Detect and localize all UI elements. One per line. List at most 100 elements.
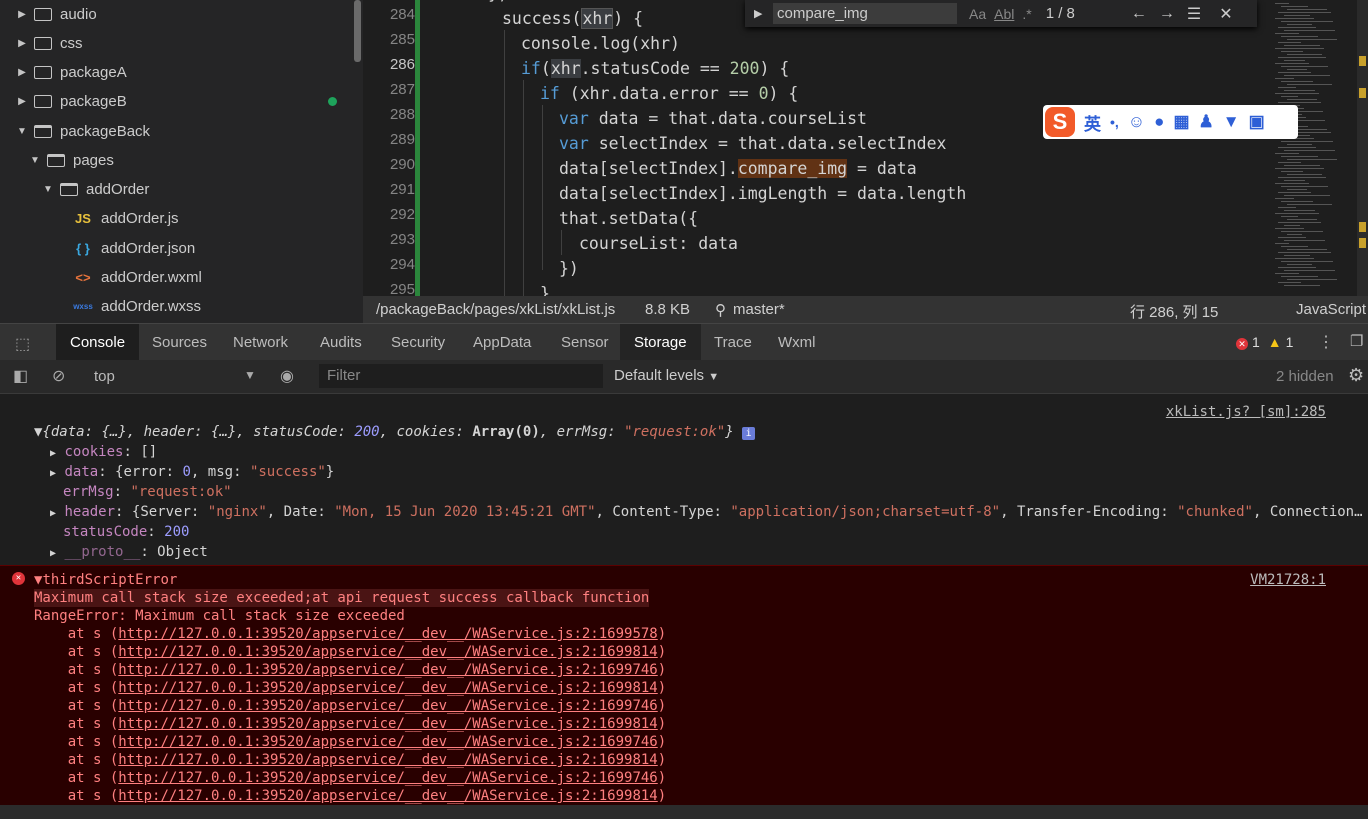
tree-item-pages[interactable]: ▼ pages bbox=[29, 146, 114, 175]
expand-arrow-icon[interactable]: ▶ bbox=[50, 468, 56, 479]
tree-item-packageB[interactable]: ▶ packageB bbox=[16, 87, 127, 116]
stack-frame-link[interactable]: http://127.0.0.1:39520/appservice/__dev_… bbox=[118, 716, 657, 732]
minimap-line bbox=[1287, 84, 1332, 85]
punctuation-toggle[interactable]: •, bbox=[1110, 114, 1119, 130]
tree-item-addOrder-wxml[interactable]: <> addOrder.wxml bbox=[73, 263, 201, 292]
minimap-line bbox=[1284, 15, 1310, 16]
expand-arrow-icon[interactable]: ▶ bbox=[50, 508, 56, 519]
input-mode-toggle[interactable]: 英 bbox=[1084, 110, 1101, 135]
shirt-icon[interactable]: ▼ bbox=[1223, 112, 1240, 132]
sogou-logo-icon[interactable]: S bbox=[1045, 107, 1075, 137]
tree-item-addOrder[interactable]: ▼ addOrder bbox=[42, 175, 149, 204]
tab-sensor[interactable]: Sensor bbox=[547, 324, 623, 361]
error-source-link[interactable]: VM21728:1 bbox=[1250, 572, 1326, 588]
git-branch[interactable]: master* bbox=[733, 301, 785, 318]
inspect-element-icon[interactable]: ⬚ bbox=[15, 334, 30, 354]
whole-word-button[interactable]: Abl bbox=[994, 6, 1014, 22]
minimap-line bbox=[1278, 267, 1316, 268]
more-options-icon[interactable]: ⋮ bbox=[1318, 332, 1334, 352]
stack-frame-link[interactable]: http://127.0.0.1:39520/appservice/__dev_… bbox=[118, 698, 657, 714]
match-case-button[interactable]: Aa bbox=[969, 6, 986, 22]
log-object-summary[interactable]: ▼{data: {…}, header: {…}, statusCode: 20… bbox=[34, 422, 756, 442]
stack-frame-link[interactable]: http://127.0.0.1:39520/appservice/__dev_… bbox=[118, 662, 657, 678]
keyboard-icon[interactable]: ▦ bbox=[1173, 112, 1189, 132]
regex-button[interactable]: .* bbox=[1022, 6, 1031, 22]
minimap[interactable] bbox=[1271, 0, 1351, 296]
expand-arrow-icon[interactable]: ▶ bbox=[50, 548, 56, 559]
tree-item-packageBack[interactable]: ▼ packageBack bbox=[16, 117, 150, 146]
log-source-link[interactable]: xkList.js? [sm]:285 bbox=[1166, 404, 1326, 420]
stack-frame-suffix: ) bbox=[657, 698, 667, 714]
tab-wxml[interactable]: Wxml bbox=[764, 324, 830, 361]
user-icon[interactable]: ♟ bbox=[1199, 112, 1214, 132]
clear-console-icon[interactable]: ⊘ bbox=[52, 366, 65, 386]
tab-console[interactable]: Console bbox=[56, 324, 140, 361]
code-editor[interactable]: 284 285 286 287 288 289 290 291 292 293 … bbox=[363, 0, 1368, 296]
log-property[interactable]: ▶ cookies: [] bbox=[50, 442, 157, 462]
tab-storage[interactable]: Storage bbox=[620, 324, 701, 361]
chevron-right-icon[interactable]: ▶ bbox=[16, 38, 28, 49]
stack-frame-link[interactable]: http://127.0.0.1:39520/appservice/__dev_… bbox=[118, 734, 657, 750]
tab-audits[interactable]: Audits bbox=[306, 324, 376, 361]
cursor-position[interactable]: 行 286, 列 15 bbox=[1130, 301, 1218, 322]
tree-item-packageA[interactable]: ▶ packageA bbox=[16, 58, 127, 87]
tab-trace[interactable]: Trace bbox=[700, 324, 766, 361]
stack-frame-link[interactable]: http://127.0.0.1:39520/appservice/__dev_… bbox=[118, 788, 657, 804]
context-selector[interactable]: top bbox=[94, 368, 115, 385]
previous-match-icon[interactable]: ← bbox=[1131, 5, 1147, 23]
bottom-scrollbar[interactable] bbox=[0, 805, 1368, 819]
error-warning-counter[interactable]: ✕ 1 ▲ 1 bbox=[1236, 334, 1293, 350]
tree-item-addOrder-json[interactable]: { } addOrder.json bbox=[73, 234, 195, 263]
stack-frame-link[interactable]: http://127.0.0.1:39520/appservice/__dev_… bbox=[118, 626, 657, 642]
next-match-icon[interactable]: → bbox=[1159, 5, 1175, 23]
chevron-down-icon[interactable]: ▼ bbox=[16, 126, 28, 137]
log-property[interactable]: ▶ header: {Server: "nginx", Date: "Mon, … bbox=[50, 502, 1363, 522]
chevron-down-icon[interactable]: ▼ bbox=[244, 368, 256, 382]
tab-sources[interactable]: Sources bbox=[138, 324, 221, 361]
minimap-line bbox=[1278, 87, 1296, 88]
file-path[interactable]: /packageBack/pages/xkList/xkList.js bbox=[376, 301, 615, 318]
stack-frame-link[interactable]: http://127.0.0.1:39520/appservice/__dev_… bbox=[118, 752, 657, 768]
tree-scrollbar[interactable] bbox=[354, 0, 361, 62]
stack-frame-link[interactable]: http://127.0.0.1:39520/appservice/__dev_… bbox=[118, 770, 657, 786]
stack-frame: at s (http://127.0.0.1:39520/appservice/… bbox=[34, 787, 666, 805]
tree-item-addOrder-js[interactable]: JS addOrder.js bbox=[73, 204, 179, 233]
grid-icon[interactable]: ▣ bbox=[1249, 112, 1265, 132]
error-title[interactable]: ▼thirdScriptError bbox=[34, 571, 177, 589]
toggle-replace-icon[interactable]: ▶ bbox=[754, 7, 762, 20]
chevron-right-icon[interactable]: ▶ bbox=[16, 96, 28, 107]
dock-side-icon[interactable]: ❐ bbox=[1350, 332, 1363, 350]
sidebar-toggle-icon[interactable]: ◧ bbox=[13, 366, 28, 386]
stack-frame-link[interactable]: http://127.0.0.1:39520/appservice/__dev_… bbox=[118, 680, 657, 696]
expand-arrow-icon[interactable]: ▼ bbox=[34, 424, 42, 440]
tree-item-addOrder-wxss[interactable]: wxss addOrder.wxss bbox=[73, 292, 201, 321]
gear-icon[interactable]: ⚙ bbox=[1348, 365, 1364, 386]
tab-network[interactable]: Network bbox=[219, 324, 302, 361]
language-mode[interactable]: JavaScript bbox=[1296, 301, 1366, 318]
chevron-right-icon[interactable]: ▶ bbox=[16, 67, 28, 78]
expand-arrow-icon[interactable]: ▶ bbox=[50, 448, 56, 459]
tab-security[interactable]: Security bbox=[377, 324, 459, 361]
find-in-selection-icon[interactable]: ☰ bbox=[1187, 4, 1201, 24]
log-levels-dropdown[interactable]: Default levels ▼ bbox=[614, 367, 719, 384]
editor-scrollbar[interactable] bbox=[1357, 0, 1368, 296]
tree-item-css[interactable]: ▶ css bbox=[16, 29, 82, 58]
mic-icon[interactable]: ● bbox=[1154, 112, 1164, 132]
chevron-down-icon[interactable]: ▼ bbox=[29, 155, 41, 166]
tab-appdata[interactable]: AppData bbox=[459, 324, 545, 361]
eye-icon[interactable]: ◉ bbox=[280, 366, 294, 386]
find-input[interactable]: compare_img bbox=[773, 3, 957, 24]
minimap-line bbox=[1287, 279, 1337, 280]
chevron-right-icon[interactable]: ▶ bbox=[16, 9, 28, 20]
close-icon[interactable]: ✕ bbox=[1219, 4, 1232, 24]
chevron-down-icon[interactable]: ▼ bbox=[42, 184, 54, 195]
stack-frame-link[interactable]: http://127.0.0.1:39520/appservice/__dev_… bbox=[118, 644, 657, 660]
info-icon[interactable]: i bbox=[742, 427, 756, 440]
scroll-marker bbox=[1359, 88, 1366, 98]
console-filter-input[interactable]: Filter bbox=[319, 364, 603, 388]
log-property[interactable]: ▶ data: {error: 0, msg: "success"} bbox=[50, 462, 334, 482]
log-property[interactable]: ▶ __proto__: Object bbox=[50, 542, 208, 562]
emoji-icon[interactable]: ☺ bbox=[1128, 112, 1145, 132]
tree-item-label: addOrder.json bbox=[101, 240, 196, 257]
tree-item-audio[interactable]: ▶ audio bbox=[16, 0, 97, 29]
